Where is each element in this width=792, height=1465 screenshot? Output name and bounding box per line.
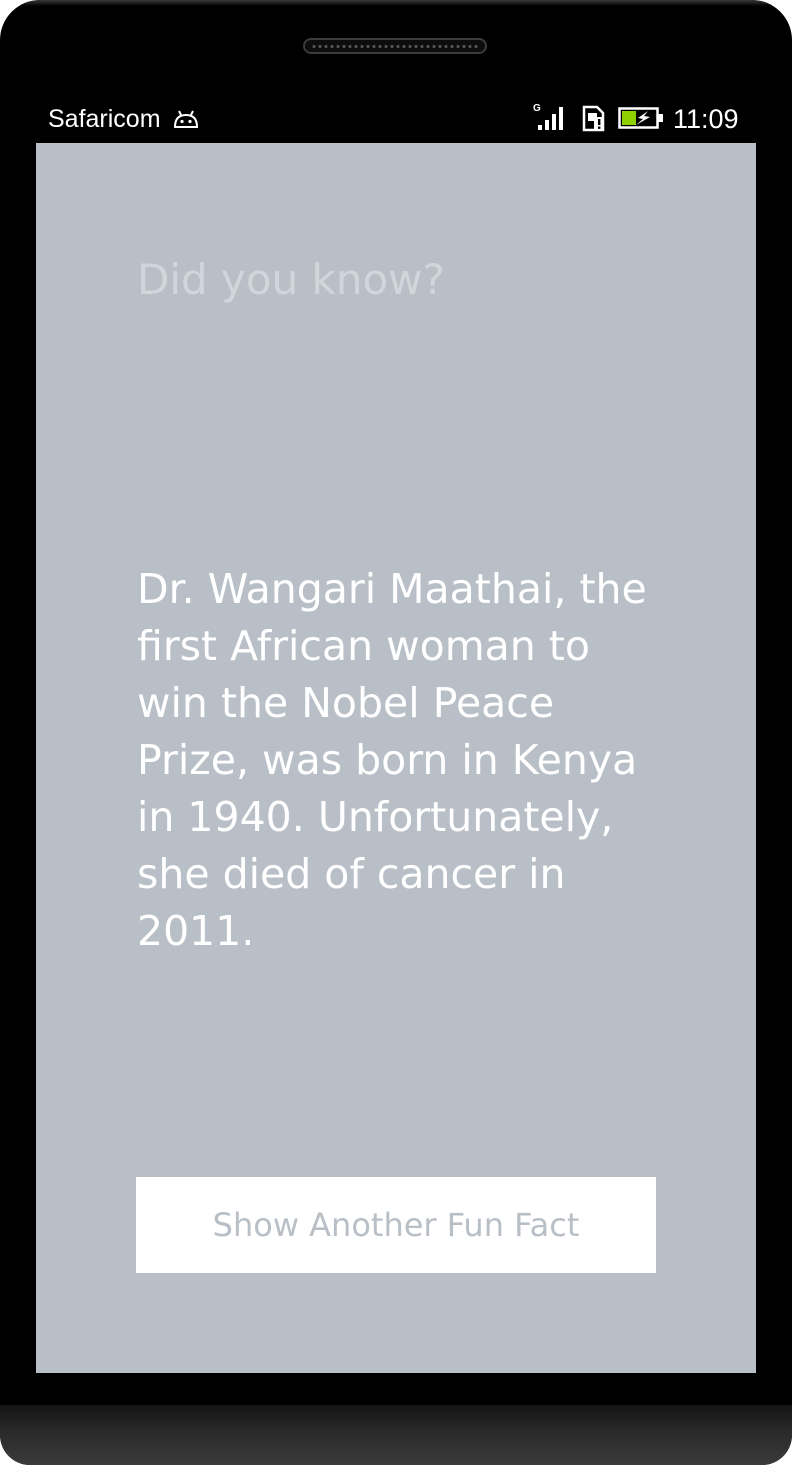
carrier-name: Safaricom — [48, 105, 161, 133]
bottom-bezel-upper — [0, 1373, 792, 1405]
android-debug-icon — [173, 110, 199, 128]
status-bar: Safaricom G 11:09 — [36, 96, 756, 142]
sim-alert-icon — [582, 105, 605, 132]
network-type-label: G — [533, 103, 541, 114]
speaker-grille — [311, 43, 479, 50]
earpiece-speaker — [303, 38, 487, 54]
show-another-fun-fact-button[interactable]: Show Another Fun Fact — [136, 1177, 656, 1273]
phone-frame: Safaricom G 11:09 Did you know? Dr. Wang… — [0, 0, 792, 1465]
battery-charging-icon — [618, 107, 663, 129]
phone-top-sheen — [20, 0, 772, 6]
bottom-bezel — [0, 1405, 792, 1465]
did-you-know-heading: Did you know? — [137, 255, 445, 304]
clock: 11:09 — [673, 104, 739, 134]
app-screen: Did you know? Dr. Wangari Maathai, the f… — [36, 143, 756, 1373]
fun-fact-text: Dr. Wangari Maathai, the first African w… — [137, 565, 647, 955]
signal-icon: G — [533, 103, 563, 130]
